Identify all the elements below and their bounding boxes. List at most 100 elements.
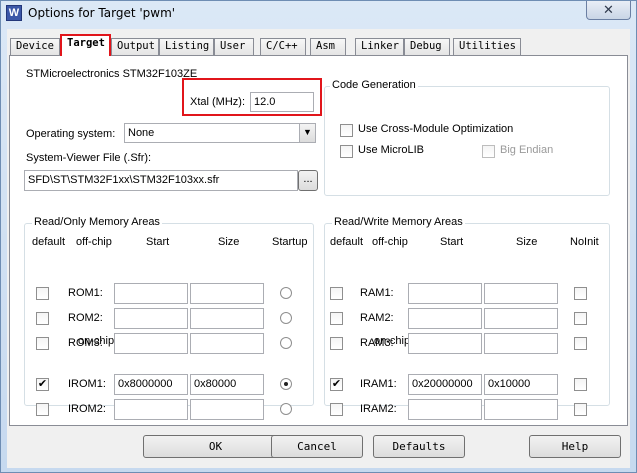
xtal-input[interactable]: 12.0 (250, 92, 314, 112)
ro_memory-size-input[interactable]: 0x80000 (190, 374, 264, 395)
rw_memory-start-input[interactable] (408, 283, 482, 304)
code-generation-group (324, 86, 610, 196)
dialog-client: Device Target Output Listing User C/C++ … (7, 29, 630, 468)
rw_memory-start-input[interactable] (408, 308, 482, 329)
rw_memory-start-input[interactable] (408, 333, 482, 354)
ro-header-size: Size (218, 236, 240, 248)
rw-header-noinit: NoInit (570, 236, 599, 248)
ro_memory-row-name: IROM1: (68, 378, 106, 390)
rw_memory-size-input[interactable]: 0x10000 (484, 374, 558, 395)
rw_memory-row-name: RAM3: (360, 337, 394, 349)
ro_memory-default-checkbox[interactable] (36, 337, 49, 350)
rw_memory-row-name: RAM1: (360, 287, 394, 299)
rw_memory-default-checkbox[interactable] (330, 287, 343, 300)
tab-debug[interactable]: Debug (404, 38, 450, 55)
rw-header-offchip: off-chip (372, 236, 408, 248)
tab-listing[interactable]: Listing (159, 38, 214, 55)
rw_memory-row-name: IRAM1: (360, 378, 397, 390)
rw-header-size: Size (516, 236, 538, 248)
cross-module-checkbox[interactable] (340, 124, 353, 137)
ro_memory-row-name: ROM3: (68, 337, 103, 349)
ro_memory-size-input[interactable] (190, 399, 264, 420)
ro-header-startup: Startup (272, 236, 308, 248)
big-endian-label: Big Endian (500, 144, 554, 156)
ro_memory-start-input[interactable] (114, 283, 188, 304)
rw_memory-noinit-checkbox[interactable] (574, 287, 587, 300)
rw_memory-start-input[interactable] (408, 399, 482, 420)
chevron-down-icon[interactable]: ▼ (299, 124, 315, 142)
target-tab-panel: STMicroelectronics STM32F103ZE Xtal (MHz… (9, 55, 628, 426)
rw_memory-start-input[interactable]: 0x20000000 (408, 374, 482, 395)
close-icon: ✕ (603, 2, 614, 17)
rw_memory-default-checkbox[interactable] (330, 337, 343, 350)
cancel-button[interactable]: Cancel (271, 435, 363, 458)
ro_memory-startup-radio[interactable] (280, 287, 292, 299)
ro_memory-default-checkbox[interactable]: ✔ (36, 378, 49, 391)
tab-linker[interactable]: Linker (355, 38, 404, 55)
ro_memory-startup-radio[interactable] (280, 378, 292, 390)
rw_memory-noinit-checkbox[interactable] (574, 337, 587, 350)
rw-header-start: Start (440, 236, 464, 248)
tab-device[interactable]: Device (10, 38, 60, 55)
cross-module-label: Use Cross-Module Optimization (358, 123, 514, 135)
rw_memory-row-name: IRAM2: (360, 403, 397, 415)
ro_memory-start-input[interactable] (114, 308, 188, 329)
ro_memory-startup-radio[interactable] (280, 403, 292, 415)
title-bar[interactable]: W Options for Target 'pwm' ✕ (1, 1, 636, 25)
ro_memory-default-checkbox[interactable] (36, 312, 49, 325)
options-dialog: W Options for Target 'pwm' ✕ Device Targ… (0, 0, 637, 473)
rw_memory-size-input[interactable] (484, 283, 558, 304)
ro_memory-size-input[interactable] (190, 333, 264, 354)
ro_memory-startup-radio[interactable] (280, 312, 292, 324)
ro_memory-start-input[interactable]: 0x8000000 (114, 374, 188, 395)
ro_memory-row-name: IROM2: (68, 403, 106, 415)
ro-header-default: default (32, 236, 66, 248)
ro_memory-start-input[interactable] (114, 399, 188, 420)
tab-target[interactable]: Target (60, 34, 111, 56)
ro_memory-size-input[interactable] (190, 308, 264, 329)
svf-input[interactable]: SFD\ST\STM32F1xx\STM32F103xx.sfr (24, 170, 298, 191)
rw_memory-noinit-checkbox[interactable] (574, 403, 587, 416)
os-select-value: None (128, 127, 155, 139)
xtal-label: Xtal (MHz): (190, 96, 245, 108)
rw_memory-row-name: RAM2: (360, 312, 394, 324)
tab-cpp[interactable]: C/C++ (260, 38, 306, 55)
os-select[interactable]: None ▼ (124, 123, 316, 143)
rw-header-default: default (330, 236, 364, 248)
rw_memory-default-checkbox[interactable] (330, 312, 343, 325)
svf-label: System-Viewer File (.Sfr): (26, 152, 152, 164)
rw_memory-size-input[interactable] (484, 308, 558, 329)
rw_memory-noinit-checkbox[interactable] (574, 378, 587, 391)
tab-user[interactable]: User (214, 38, 254, 55)
app-icon: W (6, 5, 22, 21)
ro_memory-start-input[interactable] (114, 333, 188, 354)
ro_memory-row-name: ROM1: (68, 287, 103, 299)
defaults-button[interactable]: Defaults (373, 435, 465, 458)
rw-memory-title: Read/Write Memory Areas (332, 216, 465, 228)
ro_memory-default-checkbox[interactable] (36, 287, 49, 300)
ro-memory-title: Read/Only Memory Areas (32, 216, 162, 228)
ro-header-start: Start (146, 236, 170, 248)
help-button[interactable]: Help (529, 435, 621, 458)
tab-asm[interactable]: Asm (310, 38, 346, 55)
microlib-checkbox[interactable] (340, 145, 353, 158)
os-label: Operating system: (26, 128, 116, 140)
big-endian-checkbox[interactable] (482, 145, 495, 158)
browse-button[interactable]: ... (298, 170, 318, 191)
microlib-label: Use MicroLIB (358, 144, 425, 156)
rw_memory-size-input[interactable] (484, 333, 558, 354)
ro_memory-startup-radio[interactable] (280, 337, 292, 349)
rw_memory-size-input[interactable] (484, 399, 558, 420)
ro_memory-default-checkbox[interactable] (36, 403, 49, 416)
rw_memory-default-checkbox[interactable] (330, 403, 343, 416)
code-generation-title: Code Generation (330, 79, 418, 91)
ro_memory-size-input[interactable] (190, 283, 264, 304)
device-name: STMicroelectronics STM32F103ZE (26, 68, 198, 80)
tab-output[interactable]: Output (111, 38, 159, 55)
close-button[interactable]: ✕ (586, 1, 631, 20)
window-title: Options for Target 'pwm' (28, 6, 176, 20)
ok-button[interactable]: OK (143, 435, 288, 458)
rw_memory-noinit-checkbox[interactable] (574, 312, 587, 325)
rw_memory-default-checkbox[interactable]: ✔ (330, 378, 343, 391)
tab-utilities[interactable]: Utilities (453, 38, 521, 55)
